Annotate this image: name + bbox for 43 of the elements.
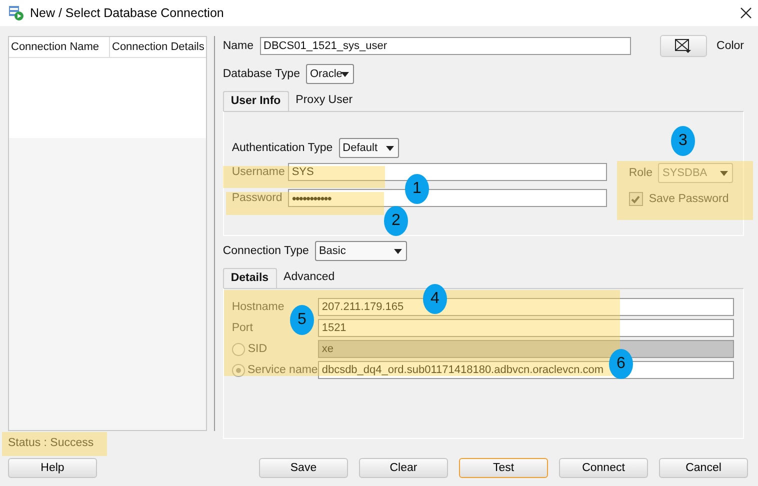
dialog-button[interactable]: Help	[8, 458, 97, 478]
connection-type-dropdown[interactable]: Basic	[314, 241, 407, 261]
database-type-dropdown[interactable]: Oracle	[306, 64, 354, 84]
checkbox-label: Save Password	[648, 193, 729, 205]
color-picker-icon	[674, 38, 692, 54]
callout-badge: 4	[423, 284, 447, 314]
field-label: Password	[232, 192, 284, 204]
color-button[interactable]	[660, 35, 707, 57]
tab[interactable]: Details	[222, 268, 277, 288]
window-title: New / Select Database Connection	[30, 6, 224, 20]
field-label: Database Type	[222, 68, 300, 80]
radio-label: SID	[248, 343, 267, 355]
column-header[interactable]: Connection Details	[110, 37, 204, 57]
dialog-button[interactable]: Clear	[359, 458, 448, 478]
callout-badge: 5	[290, 305, 314, 335]
radio-label: Service name	[248, 364, 318, 376]
name-field[interactable]: DBCS01_1521_sys_user	[260, 37, 631, 55]
field-label: Port	[232, 322, 254, 334]
field-label: Role	[628, 167, 652, 179]
username-field[interactable]: SYS	[288, 163, 607, 181]
column-header[interactable]: Connection Name	[9, 37, 110, 57]
tab[interactable]: User Info	[222, 91, 289, 111]
close-icon[interactable]	[740, 7, 752, 19]
tab[interactable]: Advanced	[276, 268, 342, 288]
tab[interactable]: Proxy User	[288, 91, 360, 111]
callout-badge: 3	[671, 126, 695, 156]
radio-button[interactable]	[232, 364, 245, 376]
color-label: Color	[716, 40, 744, 52]
field-label: Connection Type	[222, 245, 309, 257]
dialog-button[interactable]: Test	[459, 458, 548, 478]
app-icon	[8, 5, 24, 21]
authentication-type-dropdown[interactable]: Default	[338, 138, 399, 158]
dialog-button[interactable]: Connect	[559, 458, 648, 478]
dialog-button[interactable]: Cancel	[659, 458, 748, 478]
callout-badge: 2	[384, 206, 408, 236]
radio-button[interactable]	[232, 342, 245, 356]
field-label: Name	[222, 40, 254, 52]
field-label: Username	[232, 166, 286, 178]
status-text: Status : Success	[8, 437, 94, 449]
port-field[interactable]: 1521	[318, 319, 734, 337]
dialog-button[interactable]: Save	[259, 458, 348, 478]
field-label: Hostname	[232, 301, 286, 313]
field-label: Authentication Type	[232, 142, 333, 154]
